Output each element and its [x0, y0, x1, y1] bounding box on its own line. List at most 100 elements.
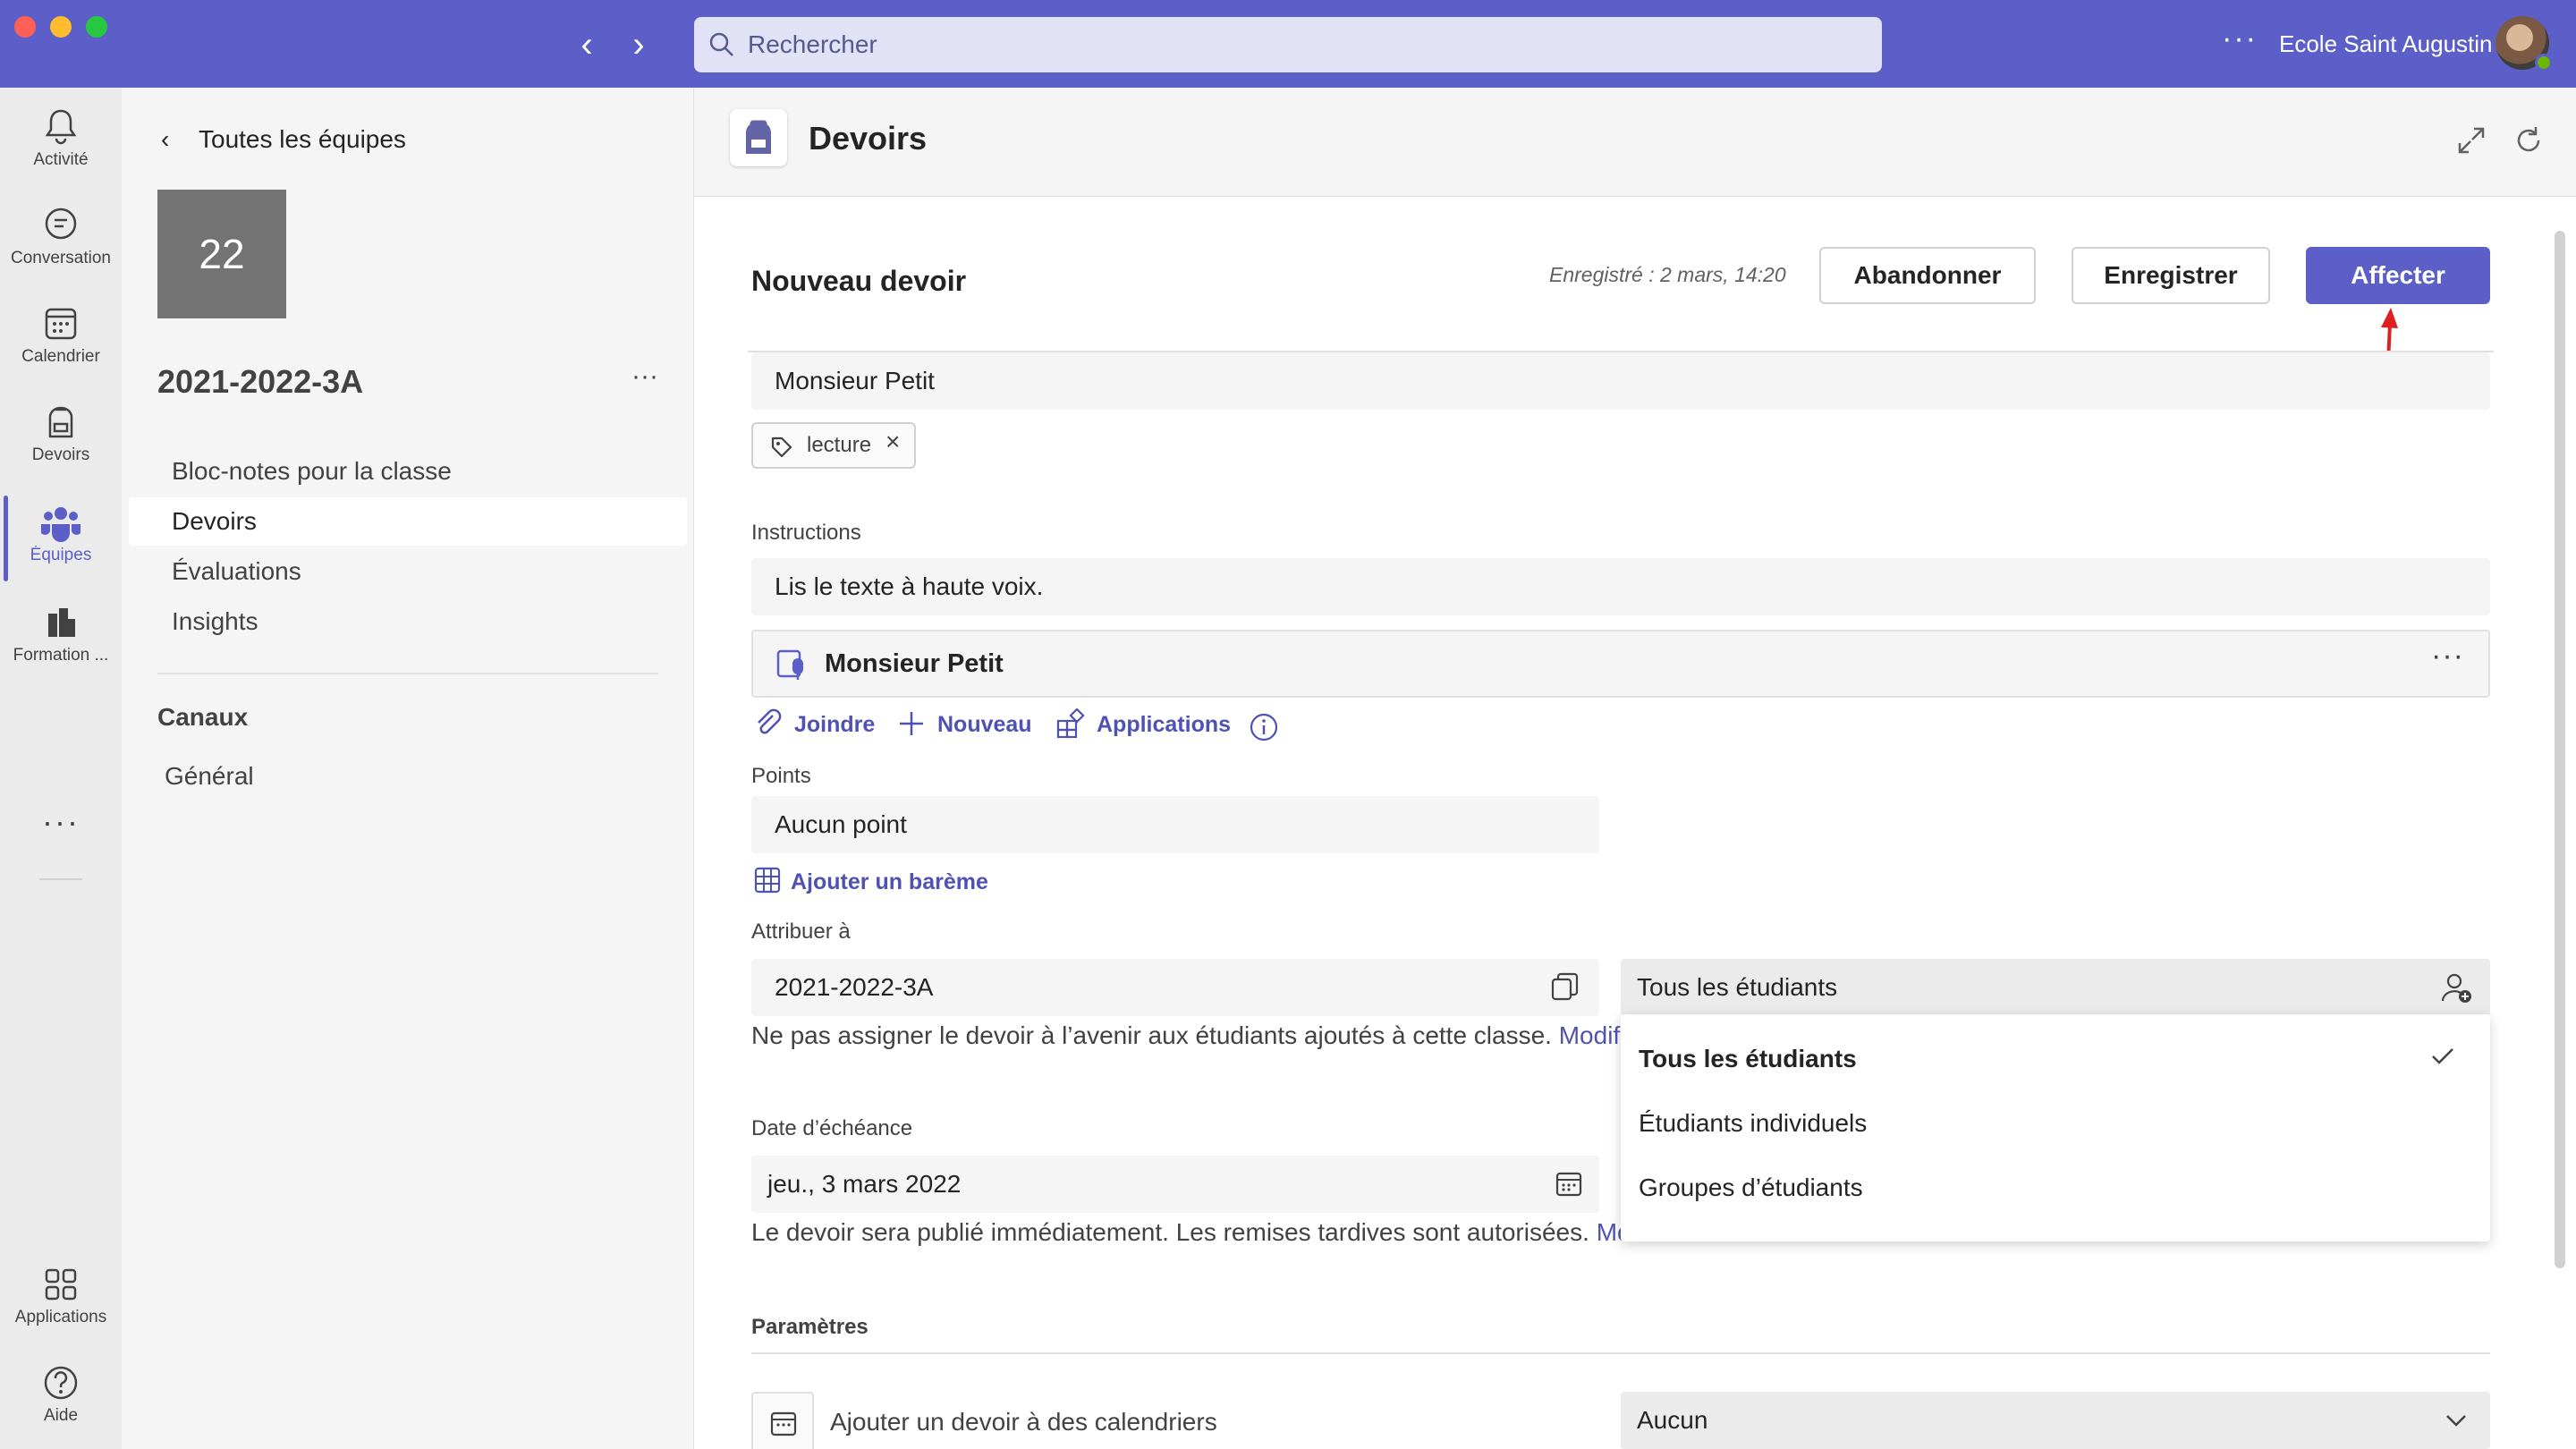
calendar-setting-label: Ajouter un devoir à des calendriers — [830, 1408, 1217, 1436]
assign-button[interactable]: Affecter — [2306, 247, 2490, 304]
rail-item-training[interactable]: Formation ... — [0, 596, 122, 685]
back-arrow-icon[interactable]: ‹ — [569, 25, 605, 64]
minimize-window-button[interactable] — [50, 16, 72, 38]
saved-status: Enregistré : 2 mars, 14:20 — [1549, 263, 1786, 286]
dropdown-option-individual-students[interactable]: Étudiants individuels — [1639, 1095, 2470, 1150]
title-field[interactable]: Monsieur Petit — [751, 352, 2490, 410]
search-input[interactable] — [748, 17, 1821, 72]
add-person-icon — [2441, 973, 2471, 1003]
discard-button[interactable]: Abandonner — [1819, 247, 2036, 304]
save-button[interactable]: Enregistrer — [2072, 247, 2270, 304]
rail-label: Devoirs — [31, 445, 90, 464]
team-more-icon[interactable]: ··· — [631, 361, 658, 392]
instructions-label: Instructions — [751, 521, 861, 545]
points-value: Aucun point — [775, 810, 907, 838]
rail-item-conversation[interactable]: Conversation — [0, 199, 122, 288]
apps-icon — [45, 1268, 77, 1301]
due-date-value: jeu., 3 mars 2022 — [767, 1170, 962, 1198]
instructions-field[interactable]: Lis le texte à haute voix. — [751, 558, 2490, 615]
paperclip-icon — [758, 708, 782, 734]
resource-name: Monsieur Petit — [825, 649, 1004, 678]
dropdown-option-student-groups[interactable]: Groupes d’étudiants — [1639, 1159, 2470, 1215]
more-options-icon[interactable]: ··· — [2222, 21, 2258, 56]
due-help-text: Le devoir sera publié immédiatement. Les… — [751, 1218, 1685, 1247]
plus-icon — [900, 712, 923, 735]
assign-to-label: Attribuer à — [751, 919, 851, 944]
rail-label: Aide — [43, 1406, 79, 1425]
attach-button[interactable]: Joindre — [753, 705, 878, 744]
rail-item-apps[interactable]: Applications — [0, 1258, 122, 1347]
calendar-icon[interactable] — [1555, 1170, 1583, 1199]
refresh-icon[interactable] — [2512, 123, 2546, 157]
checkmark-icon — [2432, 1048, 2453, 1064]
team-link-assignments[interactable]: Devoirs — [129, 497, 687, 546]
info-icon[interactable] — [1249, 712, 1279, 742]
calendar-select[interactable]: Aucun — [1621, 1392, 2490, 1449]
rail-item-teams[interactable]: Équipes — [0, 496, 122, 585]
calendar-select-value: Aucun — [1637, 1406, 1708, 1434]
title-value: Monsieur Petit — [775, 367, 935, 394]
tag-icon — [771, 436, 792, 458]
team-link-insights[interactable]: Insights — [129, 597, 687, 646]
channels-heading: Canaux — [157, 703, 249, 731]
close-window-button[interactable] — [14, 16, 36, 38]
chat-icon — [45, 208, 77, 240]
due-date-field[interactable]: jeu., 3 mars 2022 — [751, 1156, 1599, 1213]
rail-item-activity[interactable]: Activité — [0, 100, 122, 190]
rail-label: Calendrier — [21, 347, 100, 366]
help-icon — [44, 1366, 78, 1400]
app-header: Devoirs — [694, 88, 2576, 197]
points-field[interactable]: Aucun point — [751, 796, 1599, 853]
attached-resource[interactable]: Monsieur Petit ··· — [751, 630, 2490, 698]
students-select[interactable]: Tous les étudiants — [1621, 959, 2490, 1016]
class-value: 2021-2022-3A — [775, 973, 934, 1001]
team-avatar: 22 — [157, 190, 286, 318]
backpack-icon — [746, 120, 771, 154]
rail-label: Activité — [33, 150, 89, 169]
chevron-left-icon[interactable]: ‹ — [161, 125, 169, 154]
copy-icon[interactable] — [1549, 971, 1581, 1004]
team-panel: ‹ Toutes les équipes 22 2021-2022-3A ···… — [122, 88, 694, 1449]
tag-label: lecture — [807, 433, 872, 457]
assign-help-text: Ne pas assigner le devoir à l’avenir aux… — [751, 1021, 1648, 1050]
search-box[interactable] — [694, 17, 1882, 72]
dropdown-option-all-students[interactable]: Tous les étudiants — [1639, 1030, 2470, 1086]
assign-help-body: Ne pas assigner le devoir à l’avenir aux… — [751, 1021, 1552, 1049]
teams-icon — [41, 507, 80, 542]
divider — [751, 1352, 2490, 1354]
expand-icon[interactable] — [2454, 123, 2488, 157]
team-link-grades[interactable]: Évaluations — [129, 547, 687, 596]
resource-more-icon[interactable]: ··· — [2431, 639, 2464, 674]
forward-arrow-icon[interactable]: › — [621, 25, 657, 64]
add-rubric-label: Ajouter un barème — [791, 869, 988, 894]
students-dropdown-menu: Tous les étudiants Étudiants individuels… — [1621, 1014, 2490, 1241]
apps-label: Applications — [1097, 712, 1232, 737]
backpack-icon — [48, 406, 73, 438]
instructions-value: Lis le texte à haute voix. — [775, 572, 1044, 600]
apps-button[interactable]: Applications — [1055, 705, 1234, 744]
organization-name[interactable]: Ecole Saint Augustin — [2279, 30, 2493, 58]
zoom-window-button[interactable] — [86, 16, 107, 38]
tag-chip[interactable]: lecture × — [751, 422, 916, 469]
new-button[interactable]: Nouveau — [896, 705, 1039, 744]
team-link-notebook[interactable]: Bloc-notes pour la classe — [129, 447, 687, 496]
add-rubric-button[interactable]: Ajouter un barème — [753, 862, 1004, 902]
search-icon — [709, 32, 733, 56]
rail-item-help[interactable]: Aide — [0, 1356, 122, 1445]
points-label: Points — [751, 764, 811, 788]
rail-item-calendar[interactable]: Calendrier — [0, 297, 122, 386]
calendar-icon — [770, 1411, 797, 1436]
books-icon — [48, 608, 75, 637]
app-title: Devoirs — [809, 120, 928, 157]
back-to-all-teams-link[interactable]: Toutes les équipes — [199, 125, 406, 154]
more-apps-icon[interactable]: ··· — [0, 803, 122, 841]
calendar-setting-icon-box — [751, 1392, 814, 1449]
app-rail: Activité Conversation Calendrier Devoirs… — [0, 88, 122, 1449]
team-name: 2021-2022-3A — [157, 363, 364, 400]
class-field[interactable]: 2021-2022-3A — [751, 959, 1599, 1016]
rail-item-assignments[interactable]: Devoirs — [0, 395, 122, 485]
remove-tag-icon[interactable]: × — [886, 428, 900, 456]
bell-icon — [45, 109, 77, 145]
channel-general[interactable]: Général — [165, 762, 254, 791]
rail-label: Applications — [14, 1308, 107, 1326]
